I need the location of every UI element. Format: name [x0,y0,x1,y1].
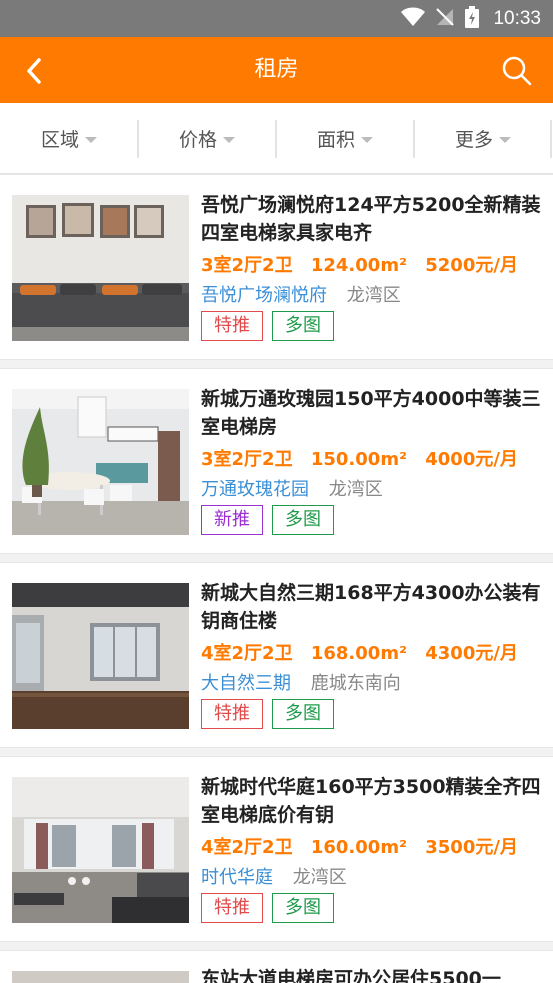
listing-photo [12,777,189,923]
room-layout: 4室2厅2卫 [201,837,293,858]
listing-title: 新城时代华庭160平方3500精装全齐四室电梯底价有钥 [201,776,541,826]
community-name: 吾悦广场澜悦府 [201,285,327,306]
listing-photo [12,389,189,535]
caret-down-icon [499,136,511,143]
wifi-icon [401,7,426,31]
filter-price[interactable]: 价格 [138,103,276,174]
room-layout: 4室2厅2卫 [201,643,293,664]
tag-group: 新推 多图 [201,505,334,535]
tag-badge: 多图 [272,505,334,535]
listing-card[interactable]: 新城万通玫瑰园150平方4000中等装三室电梯房 3室2厅2卫 150.00m²… [0,368,553,554]
search-icon [502,56,532,86]
listing-title: 东站大道电梯房可办公居住5500一 [201,968,501,983]
status-bar: 10:33 [0,0,553,37]
tag-badge: 特推 [201,699,263,729]
district-name: 龙湾区 [292,867,347,888]
tag-badge: 多图 [272,311,334,341]
listing-card[interactable]: 东站大道电梯房可办公居住5500一 [0,950,553,983]
caret-down-icon [85,136,97,143]
tag-group: 特推 多图 [201,699,334,729]
rent-price: 4300元/月 [425,643,518,664]
filter-label: 区域 [40,129,79,151]
floor-area: 160.00m² [310,837,407,858]
listing-card[interactable]: 吾悦广场澜悦府124平方5200全新精装四室电梯家具家电齐 3室2厅2卫 124… [0,174,553,360]
battery-charging-icon [465,5,480,32]
room-layout: 3室2厅2卫 [201,255,293,276]
listing-location: 时代华庭 龙湾区 [201,863,347,889]
tag-badge: 多图 [272,893,334,923]
district-name: 龙湾区 [328,479,383,500]
search-button[interactable] [497,51,537,91]
listing-meta: 4室2厅2卫 168.00m² 4300元/月 [201,639,530,665]
floor-area: 124.00m² [310,255,407,276]
listing-title: 吾悦广场澜悦府124平方5200全新精装四室电梯家具家电齐 [201,194,541,244]
listing-card[interactable]: 新城大自然三期168平方4300办公装有钥商住楼 4室2厅2卫 168.00m²… [0,562,553,748]
listing-title: 新城大自然三期168平方4300办公装有钥商住楼 [201,582,541,632]
district-name: 龙湾区 [346,285,401,306]
filter-more[interactable]: 更多 [414,103,552,174]
app-bar: 租房 [0,37,553,103]
listing-card[interactable]: 新城时代华庭160平方3500精装全齐四室电梯底价有钥 4室2厅2卫 160.0… [0,756,553,942]
community-name: 大自然三期 [201,673,291,694]
listing-meta: 4室2厅2卫 160.00m² 3500元/月 [201,833,530,859]
tag-badge: 新推 [201,505,263,535]
rent-price: 3500元/月 [425,837,518,858]
filter-label: 更多 [454,129,493,151]
tag-badge: 特推 [201,311,263,341]
filter-area[interactable]: 面积 [276,103,414,174]
listing-meta: 3室2厅2卫 150.00m² 4000元/月 [201,445,530,471]
tag-group: 特推 多图 [201,893,334,923]
filter-label: 面积 [316,129,355,151]
no-signal-icon [435,7,455,31]
page-title: 租房 [254,57,299,82]
filter-bar: 区域 价格 面积 更多 [0,103,553,174]
listing-photo [12,583,189,729]
listing-meta: 3室2厅2卫 124.00m² 5200元/月 [201,251,530,277]
divider [550,120,552,158]
listing-photo [12,195,189,341]
rent-price: 4000元/月 [425,449,518,470]
tag-badge: 多图 [272,699,334,729]
caret-down-icon [361,136,373,143]
community-name: 时代华庭 [201,867,273,888]
tag-badge: 特推 [201,893,263,923]
listing-location: 万通玫瑰花园 龙湾区 [201,475,383,501]
caret-down-icon [223,136,235,143]
listing-photo [12,971,189,983]
filter-label: 价格 [178,129,217,151]
filter-region[interactable]: 区域 [0,103,138,174]
listing-location: 大自然三期 鹿城东南向 [201,669,401,695]
floor-area: 168.00m² [310,643,407,664]
room-layout: 3室2厅2卫 [201,449,293,470]
rent-price: 5200元/月 [425,255,518,276]
listing-title: 新城万通玫瑰园150平方4000中等装三室电梯房 [201,388,541,438]
listing-location: 吾悦广场澜悦府 龙湾区 [201,281,401,307]
tag-group: 特推 多图 [201,311,334,341]
community-name: 万通玫瑰花园 [201,479,309,500]
clock-time: 10:33 [493,7,541,29]
district-name: 鹿城东南向 [310,673,401,694]
floor-area: 150.00m² [310,449,407,470]
